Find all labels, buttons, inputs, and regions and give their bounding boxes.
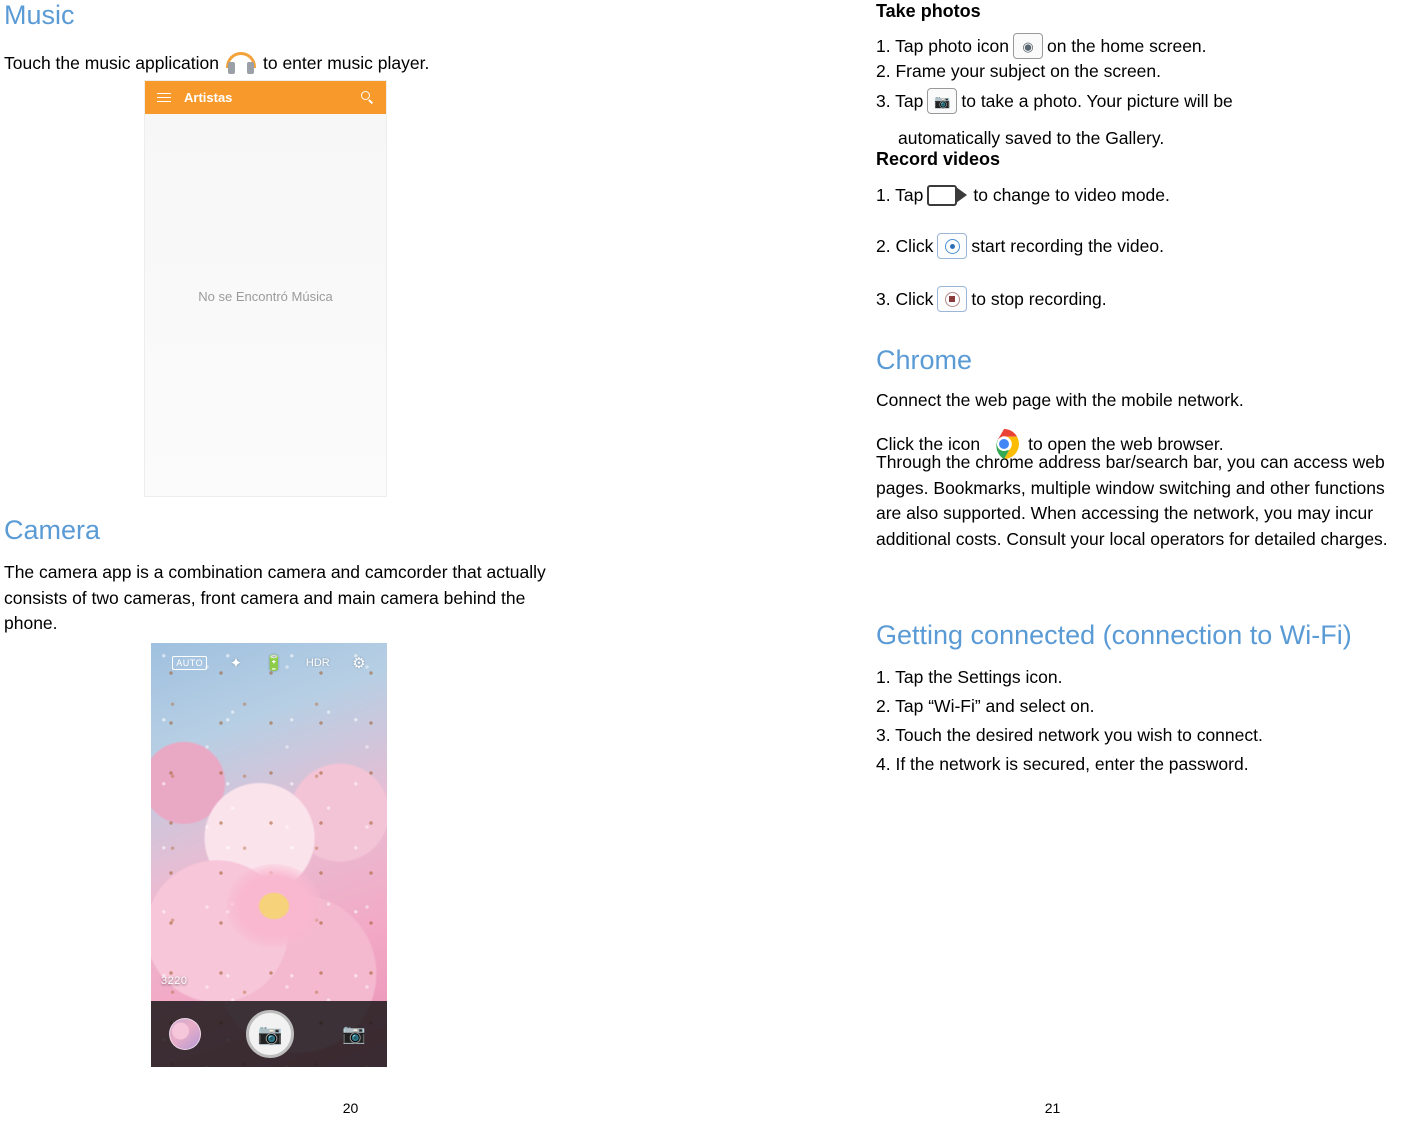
step3-text-after: to take a photo. Your picture will be (961, 91, 1233, 111)
step1-text-after: on the home screen. (1046, 36, 1207, 56)
hamburger-menu-icon[interactable] (157, 92, 171, 103)
take-photos-step-1: 1. Tap photo icon ◉ on the home screen. (876, 33, 1396, 60)
music-intro-before: Touch the music application (4, 53, 219, 73)
record-videos-step-1: 1. Tap to change to video mode. (876, 182, 1396, 208)
rv-step2-after: start recording the video. (971, 236, 1164, 256)
left-page: Music Touch the music application to ent… (0, 0, 701, 1128)
magic-wand-icon[interactable]: ✦ (230, 656, 243, 671)
right-page: Take photos 1. Tap photo icon ◉ on the h… (702, 0, 1403, 1128)
chrome-paragraph: Through the chrome address bar/search ba… (876, 452, 1388, 550)
camera-bottom-toolbar: 📷 📷 (151, 1001, 387, 1067)
chrome-line-1: Connect the web page with the mobile net… (876, 390, 1244, 410)
music-appbar: Artistas (145, 81, 386, 114)
record-start-icon (937, 233, 968, 260)
music-intro-line: Touch the music application to enter mus… (4, 50, 694, 76)
take-photos-heading: Take photos (876, 1, 981, 21)
camera-section-title: Camera (4, 515, 101, 545)
step3-text: 3. Tap (876, 91, 924, 111)
music-content-area: No se Encontró Música (145, 114, 386, 496)
music-empty-message: No se Encontró Música (198, 289, 333, 304)
camera-auto-badge[interactable]: AUTO (172, 656, 208, 670)
camera-resolution-label: 3220 (161, 975, 188, 987)
record-stop-icon (937, 286, 968, 313)
rv-step1-after: to change to video mode. (973, 185, 1170, 205)
wifi-step-3: 3. Touch the desired network you wish to… (876, 725, 1263, 745)
right-page-number: 21 (1044, 1100, 1061, 1116)
take-photos-step-2: 2. Frame your subject on the screen. (876, 61, 1161, 81)
record-videos-step-2: 2. Click start recording the video. (876, 233, 1396, 260)
music-app-screenshot: Artistas No se Encontró Música (144, 80, 387, 497)
rv-step2-before: 2. Click (876, 236, 934, 256)
settings-gear-icon[interactable]: ⚙ (352, 656, 365, 671)
camera-description: The camera app is a combination camera a… (4, 562, 546, 634)
camera-shutter-icon: 📷 (927, 88, 958, 115)
left-page-number: 20 (342, 1100, 359, 1116)
camera-app-screenshot: AUTO ✦ 🔋 HDR ⚙ 3220 📷 📷 (151, 643, 387, 1067)
step1-text: 1. Tap photo icon (876, 36, 1009, 56)
record-videos-step-3: 3. Click to stop recording. (876, 286, 1396, 313)
photo-app-icon: ◉ (1012, 33, 1043, 60)
wifi-step-1: 1. Tap the Settings icon. (876, 667, 1063, 687)
getting-connected-title: Getting connected (connection to Wi-Fi) (876, 620, 1352, 650)
rv-step3-before: 3. Click (876, 289, 934, 309)
music-intro-after: to enter music player. (262, 53, 430, 73)
music-appbar-title: Artistas (184, 90, 233, 105)
rv-step3-after: to stop recording. (971, 289, 1107, 309)
music-section-title: Music (4, 0, 75, 30)
take-photos-step-3: 3. Tap 📷 to take a photo. Your picture w… (876, 88, 1396, 115)
video-mode-icon (927, 183, 969, 208)
wifi-step-2: 2. Tap “Wi-Fi” and select on. (876, 696, 1095, 716)
gallery-thumbnail[interactable] (169, 1018, 201, 1050)
shutter-button[interactable]: 📷 (246, 1010, 294, 1058)
wifi-step-4: 4. If the network is secured, enter the … (876, 754, 1249, 774)
switch-camera-icon[interactable]: 📷 (339, 1021, 369, 1047)
camera-top-toolbar: AUTO ✦ 🔋 HDR ⚙ (151, 643, 387, 683)
hdr-icon[interactable]: HDR (306, 657, 330, 669)
search-icon[interactable] (361, 91, 374, 104)
chrome-section-title: Chrome (876, 345, 973, 375)
camera-preview-flower (225, 863, 322, 948)
flash-icon[interactable]: 🔋 (265, 656, 284, 671)
record-videos-heading: Record videos (876, 149, 1001, 169)
headphones-icon (223, 50, 259, 76)
rv-step1-before: 1. Tap (876, 185, 924, 205)
